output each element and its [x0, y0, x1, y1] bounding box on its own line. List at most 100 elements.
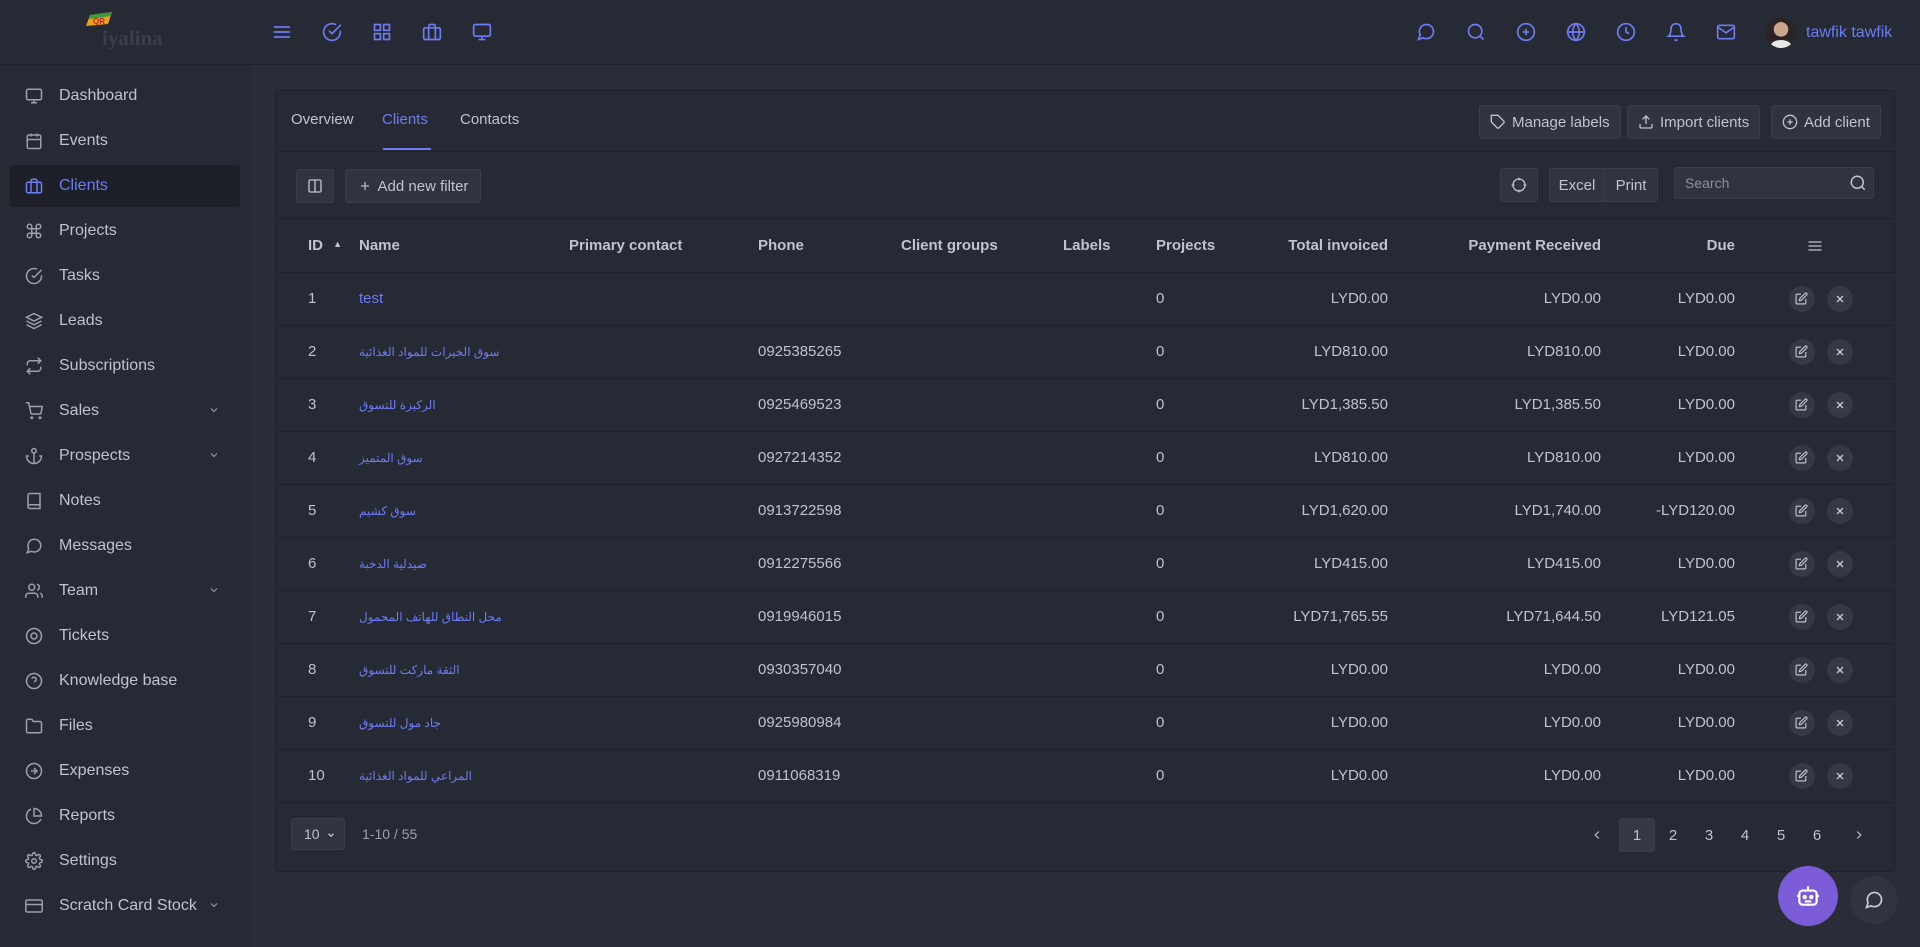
- edit-icon[interactable]: [1788, 656, 1815, 683]
- delete-icon[interactable]: [1826, 709, 1853, 736]
- edit-icon[interactable]: [1788, 762, 1815, 789]
- sidebar-item-tasks[interactable]: Tasks: [10, 255, 240, 297]
- client-name-link[interactable]: سوق المتميز: [359, 451, 423, 465]
- edit-icon[interactable]: [1788, 603, 1815, 630]
- sidebar-item-notes[interactable]: Notes: [10, 480, 240, 522]
- search-icon[interactable]: [1464, 20, 1488, 44]
- tab-clients[interactable]: Clients: [382, 111, 428, 128]
- delete-icon[interactable]: [1826, 285, 1853, 312]
- delete-icon[interactable]: [1826, 762, 1853, 789]
- edit-icon[interactable]: [1788, 338, 1815, 365]
- column-header-labels[interactable]: Labels: [1063, 220, 1156, 273]
- client-name-link[interactable]: جاد مول للتسوق: [359, 716, 441, 730]
- column-toggle-button[interactable]: [296, 169, 334, 203]
- page-button-3[interactable]: 3: [1691, 818, 1727, 852]
- delete-icon[interactable]: [1826, 550, 1853, 577]
- live-chat-button[interactable]: [1850, 876, 1898, 924]
- sidebar-item-scratch-card-stock[interactable]: Scratch Card Stock: [10, 885, 240, 927]
- tab-overview[interactable]: Overview: [291, 111, 354, 128]
- edit-icon[interactable]: [1788, 497, 1815, 524]
- add-filter-button[interactable]: Add new filter: [345, 169, 481, 203]
- edit-icon[interactable]: [1788, 444, 1815, 471]
- column-header-client-groups[interactable]: Client groups: [901, 220, 1063, 273]
- sidebar-item-clients[interactable]: Clients: [10, 165, 240, 207]
- sidebar-item-dashboard[interactable]: Dashboard: [10, 75, 240, 117]
- page-button-6[interactable]: 6: [1799, 818, 1835, 852]
- tab-contacts[interactable]: Contacts: [460, 111, 519, 128]
- next-page-button[interactable]: [1841, 818, 1877, 852]
- sidebar-item-projects[interactable]: Projects: [10, 210, 240, 252]
- column-header-payment-received[interactable]: Payment Received: [1388, 220, 1601, 273]
- client-name-link[interactable]: الثقة ماركت للتسوق: [359, 663, 460, 677]
- check-circle-icon[interactable]: [320, 20, 344, 44]
- delete-icon[interactable]: [1826, 656, 1853, 683]
- mail-icon[interactable]: [1714, 20, 1738, 44]
- client-name-link[interactable]: test: [359, 290, 383, 307]
- page-button-2[interactable]: 2: [1655, 818, 1691, 852]
- sidebar-item-reports[interactable]: Reports: [10, 795, 240, 837]
- sidebar-item-settings[interactable]: Settings: [10, 840, 240, 882]
- edit-icon[interactable]: [1788, 285, 1815, 312]
- column-header-due[interactable]: Due: [1601, 220, 1735, 273]
- menu-icon[interactable]: [270, 20, 294, 44]
- prev-page-button[interactable]: [1579, 818, 1615, 852]
- briefcase-icon[interactable]: [420, 20, 444, 44]
- edit-icon[interactable]: [1788, 391, 1815, 418]
- edit-icon[interactable]: [1788, 550, 1815, 577]
- ai-assistant-button[interactable]: [1778, 866, 1838, 926]
- search-icon[interactable]: [1849, 174, 1867, 192]
- delete-icon[interactable]: [1826, 444, 1853, 471]
- sidebar-item-label: Subscriptions: [59, 357, 156, 374]
- page-button-1[interactable]: 1: [1619, 818, 1655, 852]
- sidebar-item-messages[interactable]: Messages: [10, 525, 240, 567]
- sidebar-item-leads[interactable]: Leads: [10, 300, 240, 342]
- delete-icon[interactable]: [1826, 603, 1853, 630]
- sidebar-item-knowledge-base[interactable]: Knowledge base: [10, 660, 240, 702]
- client-name-link[interactable]: محل النطاق للهاتف المحمول: [359, 610, 502, 624]
- client-name-link[interactable]: المراعي للمواد الغذائية: [359, 769, 472, 783]
- manage-labels-button[interactable]: Manage labels: [1479, 105, 1621, 139]
- search-input[interactable]: [1675, 168, 1845, 198]
- column-header-primary-contact[interactable]: Primary contact: [569, 220, 758, 273]
- plus-circle-icon[interactable]: [1514, 20, 1538, 44]
- cell-actions: [1735, 590, 1894, 644]
- grid-icon[interactable]: [370, 20, 394, 44]
- sidebar-item-expenses[interactable]: Expenses: [10, 750, 240, 792]
- bell-icon[interactable]: [1664, 20, 1688, 44]
- monitor-icon[interactable]: [470, 20, 494, 44]
- column-header-phone[interactable]: Phone: [758, 220, 901, 273]
- delete-icon[interactable]: [1826, 338, 1853, 365]
- chat-icon[interactable]: [1414, 20, 1438, 44]
- sidebar-item-files[interactable]: Files: [10, 705, 240, 747]
- excel-button[interactable]: Excel: [1549, 168, 1605, 202]
- sidebar-item-tickets[interactable]: Tickets: [10, 615, 240, 657]
- client-name-link[interactable]: الركيزة للتسوق: [359, 398, 436, 412]
- client-name-link[interactable]: سوق الخيرات للمواد الغذائية: [359, 345, 499, 359]
- reload-button[interactable]: [1500, 168, 1538, 202]
- globe-icon[interactable]: [1564, 20, 1588, 44]
- page-size-select[interactable]: 10: [291, 818, 345, 850]
- clock-icon[interactable]: [1614, 20, 1638, 44]
- import-clients-button[interactable]: Import clients: [1627, 105, 1761, 139]
- page-button-4[interactable]: 4: [1727, 818, 1763, 852]
- column-header-projects[interactable]: Projects: [1156, 220, 1246, 273]
- column-header-total-invoiced[interactable]: Total invoiced: [1246, 220, 1388, 273]
- page-button-5[interactable]: 5: [1763, 818, 1799, 852]
- sidebar-item-events[interactable]: Events: [10, 120, 240, 162]
- edit-icon[interactable]: [1788, 709, 1815, 736]
- user-menu[interactable]: tawfik tawfik: [1766, 18, 1892, 48]
- app-logo[interactable]: QR iyalina: [80, 12, 180, 52]
- sidebar-item-team[interactable]: Team: [10, 570, 240, 612]
- sidebar-item-sales[interactable]: Sales: [10, 390, 240, 432]
- delete-icon[interactable]: [1826, 497, 1853, 524]
- sidebar-item-subscriptions[interactable]: Subscriptions: [10, 345, 240, 387]
- column-header-name[interactable]: Name: [359, 220, 569, 273]
- sidebar-item-prospects[interactable]: Prospects: [10, 435, 240, 477]
- client-name-link[interactable]: صيدلية الدخبة: [359, 557, 427, 571]
- column-header-id[interactable]: ID ▲: [276, 220, 359, 273]
- print-button[interactable]: Print: [1604, 168, 1658, 202]
- column-header-actions[interactable]: [1735, 220, 1894, 273]
- client-name-link[interactable]: سوق كشيم: [359, 504, 416, 518]
- delete-icon[interactable]: [1826, 391, 1853, 418]
- add-client-button[interactable]: Add client: [1771, 105, 1881, 139]
